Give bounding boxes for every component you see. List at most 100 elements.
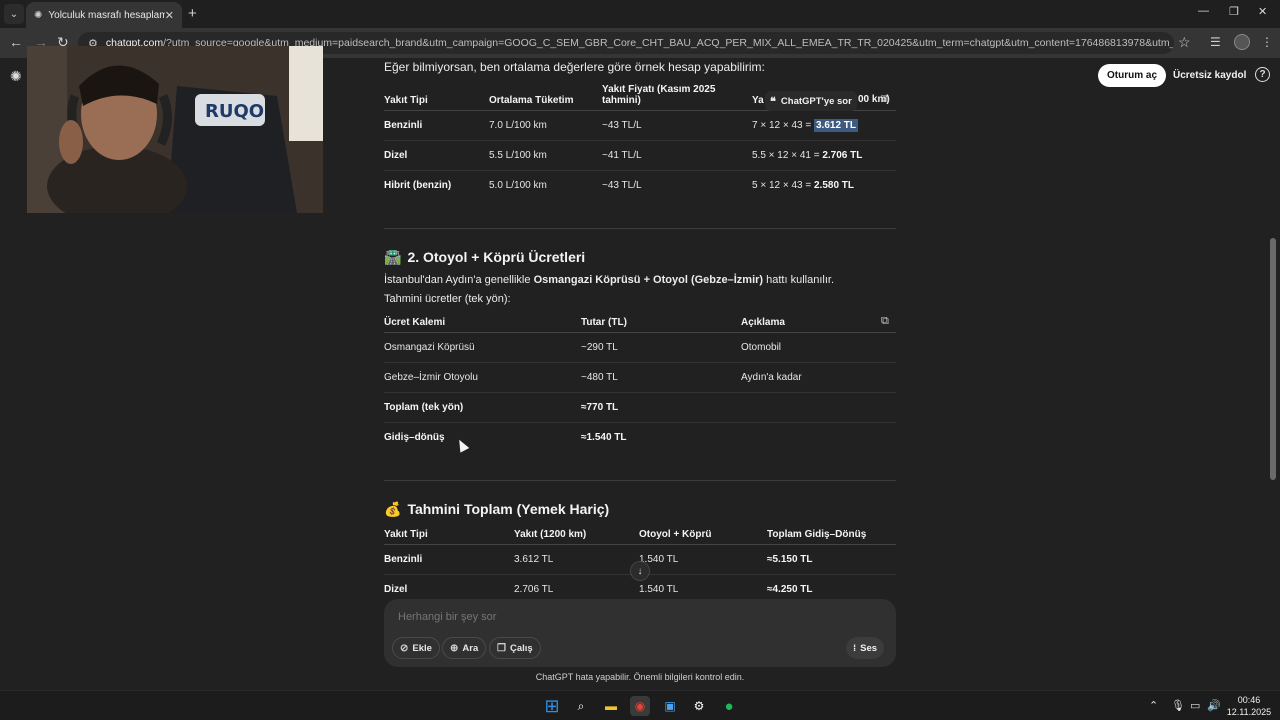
system-clock[interactable]: 00:46 12.11.2025	[1224, 694, 1274, 718]
table-header: Ücret Kalemi	[384, 310, 581, 333]
estimate-paragraph: Tahmini ücretler (tek yön):	[384, 293, 511, 305]
toll-amount: ≈770 TL	[581, 392, 741, 423]
browser-tab[interactable]: ✺ Yolculuk masrafı hesaplama ✕	[26, 2, 182, 28]
table-row: Gebze–İzmir Otoyolu ~480 TL Aydın'a kada…	[384, 362, 896, 393]
fuel-calc-cell: 7 × 12 × 43 = 3.612 TL	[752, 110, 896, 141]
section-heading-total: 💰 Tahmini Toplam (Yemek Hariç)	[384, 501, 609, 518]
windows-start-icon[interactable]: ⊞	[542, 696, 562, 716]
clock-date: 12.11.2025	[1226, 707, 1272, 717]
total-fuel-type: Benzinli	[384, 544, 514, 575]
search-button[interactable]: ⊕ Ara	[442, 637, 487, 659]
fuel-price: ~43 TL/L	[602, 110, 752, 141]
section-heading-tolls: 🛣️ 2. Otoyol + Köprü Ücretleri	[384, 249, 585, 266]
table-header: Yakıt Tipi	[384, 80, 489, 111]
toll-note: Aydın'a kadar	[741, 362, 896, 393]
fuel-price: ~41 TL/L	[602, 140, 752, 171]
help-icon[interactable]: ?	[1255, 67, 1270, 82]
total-toll-cost: 1.540 TL	[639, 544, 767, 575]
scroll-down-icon[interactable]: ↓	[630, 561, 650, 581]
browser-menu-icon[interactable]: ⋮	[1261, 35, 1273, 49]
close-tab-icon[interactable]: ✕	[165, 9, 174, 22]
clock-time: 00:46	[1237, 695, 1261, 705]
table-header: Otoyol + Köprü	[639, 522, 767, 545]
section-divider	[384, 480, 896, 481]
tab-search-icon[interactable]: ☰	[1210, 35, 1221, 49]
toll-note	[741, 422, 896, 452]
tab-search-chevron-icon[interactable]: ⌄	[4, 4, 24, 24]
fuel-result: 2.580 TL	[814, 179, 855, 191]
selected-result[interactable]: 3.612 TL	[814, 118, 859, 132]
disclaimer-text: ChatGPT hata yapabilir. Önemli bilgileri…	[535, 672, 745, 682]
microphone-icon[interactable]: 🎙	[1171, 699, 1185, 712]
tray-overflow-icon[interactable]: ⌃	[1149, 699, 1158, 712]
toll-amount: ≈1.540 TL	[581, 431, 627, 443]
file-explorer-icon[interactable]: ▬	[601, 696, 621, 716]
paperclip-icon: ⊘	[400, 642, 409, 654]
ask-chatgpt-popup[interactable]: ❝ ChatGPT'ye sor	[765, 91, 857, 111]
table-header: Ortalama Tüketim	[489, 80, 602, 111]
attach-label: Ekle	[412, 642, 432, 654]
study-button[interactable]: ❒ Çalış	[489, 637, 541, 659]
page-scrollbar[interactable]	[1270, 238, 1276, 480]
toll-item: Gebze–İzmir Otoyolu	[384, 362, 581, 393]
svg-text:RUQO: RUQO	[205, 101, 264, 122]
toll-item: Toplam (tek yön)	[384, 392, 581, 423]
profile-avatar[interactable]	[1234, 34, 1250, 50]
table-row: Hibrit (benzin) 5.0 L/100 km ~43 TL/L 5 …	[384, 170, 896, 200]
volume-icon[interactable]: 🔊	[1207, 699, 1221, 712]
table-row: Toplam (tek yön) ≈770 TL	[384, 392, 896, 423]
close-window-icon[interactable]: ✕	[1258, 5, 1267, 18]
table-row: Dizel 5.5 L/100 km ~41 TL/L 5.5 × 12 × 4…	[384, 140, 896, 171]
voice-button[interactable]: ⁞ Ses	[846, 637, 885, 659]
steam-icon[interactable]: ⚙	[689, 696, 709, 716]
route-text-end: hattı kullanılır.	[763, 274, 835, 286]
openai-logo-icon[interactable]: ✺	[10, 68, 22, 85]
quote-icon: ❝	[770, 95, 776, 108]
chrome-icon[interactable]: ◉	[630, 696, 650, 716]
taskbar: ⊞ ⌕ ▬ ◉ ▣ ⚙ ● ⌃ 🎙 ▭ 🔊 00:46 12.11.2025	[0, 690, 1280, 720]
motorway-emoji-icon: 🛣️	[384, 249, 402, 265]
attach-button[interactable]: ⊘ Ekle	[392, 637, 440, 659]
globe-icon: ⊕	[450, 642, 459, 654]
table-header: Yakıt Tipi	[384, 522, 514, 545]
waveform-icon: ⁞	[853, 642, 857, 654]
copy-table-icon[interactable]: ⧉	[881, 315, 889, 328]
copy-table-icon[interactable]: ⧉	[881, 93, 889, 106]
fuel-calc: 5 × 12 × 43 =	[752, 179, 814, 191]
webcam-image: RUQO	[27, 46, 323, 213]
photos-app-icon[interactable]: ▣	[660, 696, 680, 716]
total-round-trip: ≈5.150 TL	[767, 544, 896, 575]
login-button[interactable]: Oturum aç	[1098, 64, 1167, 87]
toll-item: Osmangazi Köprüsü	[384, 332, 581, 363]
fuel-consumption: 5.0 L/100 km	[489, 179, 547, 191]
fuel-consumption: 7.0 L/100 km	[489, 110, 602, 141]
fuel-result: 2.706 TL	[822, 149, 863, 161]
toll-amount: ~480 TL	[581, 362, 741, 393]
study-label: Çalış	[509, 642, 533, 654]
fuel-type: Benzinli	[384, 110, 489, 141]
table-header-row: Ücret Kalemi Tutar (TL) Açıklama	[384, 310, 896, 333]
table-row: Osmangazi Köprüsü ~290 TL Otomobil	[384, 332, 896, 363]
fuel-calc-cell: 5 × 12 × 43 = 2.580 TL	[752, 170, 896, 200]
route-text-bold: Osmangazi Köprüsü + Otoyol (Gebze–İzmir)	[533, 274, 764, 286]
fuel-calc-cell: 5.5 × 12 × 41 = 2.706 TL	[752, 140, 896, 171]
section-divider	[384, 228, 896, 229]
minimize-icon[interactable]: —	[1198, 5, 1209, 17]
prompt-input[interactable]	[398, 611, 818, 623]
signup-button[interactable]: Ücretsiz kaydol	[1166, 64, 1253, 87]
network-icon[interactable]: ▭	[1190, 699, 1200, 712]
new-tab-icon[interactable]: +	[188, 5, 197, 22]
restore-icon[interactable]: ❐	[1229, 5, 1239, 18]
ask-chatgpt-label: ChatGPT'ye sor	[780, 95, 852, 107]
bookmark-star-icon[interactable]: ☆	[1178, 34, 1191, 51]
route-paragraph: İstanbul'dan Aydın'a genellikle Osmangaz…	[384, 274, 834, 286]
fuel-consumption: 5.5 L/100 km	[489, 140, 602, 171]
back-icon[interactable]: ←	[9, 34, 23, 50]
search-icon[interactable]: ⌕	[571, 696, 591, 716]
spotify-icon[interactable]: ●	[719, 696, 739, 716]
table-header: Yakıt Fiyatı (Kasım 2025 tahmini)	[602, 80, 752, 111]
table-header: Toplam Gidiş–Dönüş	[767, 522, 896, 545]
toll-note: Otomobil	[741, 332, 896, 363]
fuel-calc: 5.5 × 12 × 41 =	[752, 149, 823, 161]
toll-note	[741, 392, 896, 423]
